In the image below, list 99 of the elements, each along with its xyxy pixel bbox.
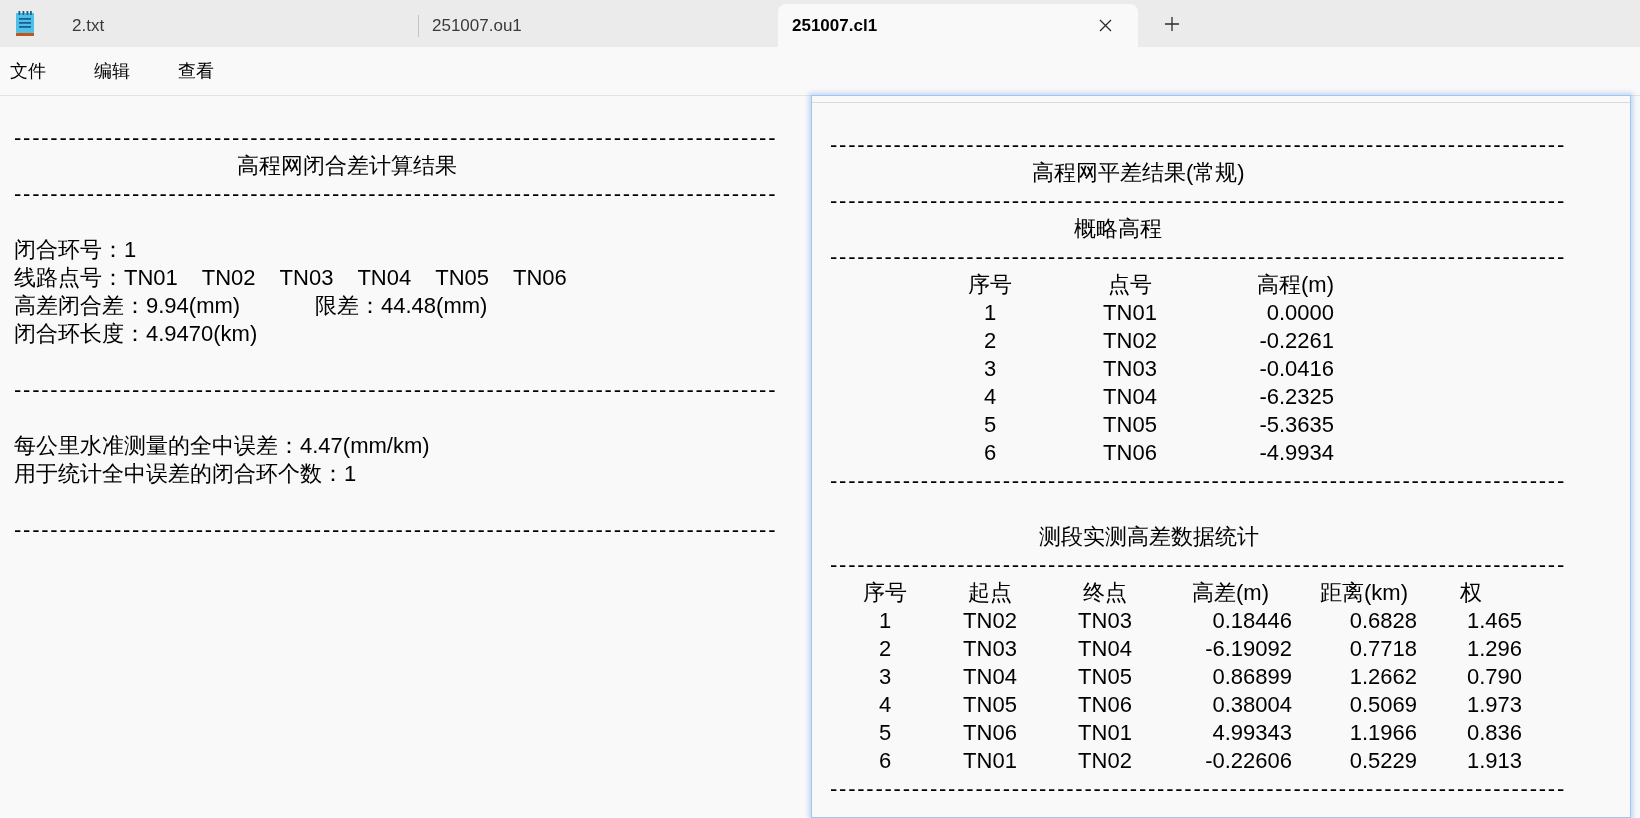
column-header: 序号: [863, 579, 907, 607]
column-header: 点号: [1108, 271, 1152, 299]
dash-line: ------------------------------------------------------------------------------------: [14, 516, 778, 544]
table-cell: 0.18446: [1212, 607, 1292, 635]
table-cell: TN04: [963, 663, 1017, 691]
point-id: TN04: [357, 264, 412, 292]
table-cell: 0.790: [1467, 663, 1523, 691]
table-cell: -5.3635: [1259, 411, 1334, 439]
section-heading: 测段实测高差数据统计: [1039, 523, 1259, 551]
table-cell: 1.296: [1467, 635, 1523, 663]
table-cell: 0.7718: [1349, 635, 1417, 663]
dash-line: ---------------------------------------------------------------------------------: [830, 551, 1566, 579]
result-text: 闭合环长度：4.9470(km): [14, 320, 258, 348]
table-cell: -6.19092: [1205, 635, 1292, 663]
menu-item[interactable]: 查看: [168, 53, 224, 89]
column-header: 高差(m): [1192, 579, 1269, 607]
table-cell: TN05: [963, 691, 1017, 719]
report-title: 高程网闭合差计算结果: [237, 152, 457, 180]
column-header: 序号: [968, 271, 1012, 299]
table-cell: TN04: [1078, 635, 1132, 663]
result-text: 用于统计全中误差的闭合环个数：1: [14, 460, 357, 488]
table-cell: 6: [983, 439, 997, 467]
table-cell: TN06: [963, 719, 1017, 747]
table-cell: TN05: [1103, 411, 1157, 439]
dash-line: ------------------------------------------------------------------------------------: [14, 180, 778, 208]
menu-item[interactable]: 编辑: [84, 53, 140, 89]
table-cell: -0.22606: [1205, 747, 1292, 775]
table-cell: 1.2662: [1349, 663, 1417, 691]
table-cell: 0.38004: [1212, 691, 1292, 719]
column-header: 权: [1460, 579, 1482, 607]
table-cell: TN06: [1078, 691, 1132, 719]
table-cell: 1: [878, 607, 892, 635]
table-cell: -0.2261: [1259, 327, 1334, 355]
column-header: 距离(km): [1320, 579, 1408, 607]
point-id: TN06: [513, 264, 567, 292]
point-id: TN05: [435, 264, 489, 292]
table-cell: 0.836: [1467, 719, 1523, 747]
table-cell: TN02: [1078, 747, 1132, 775]
column-header: 起点: [968, 579, 1012, 607]
table-cell: 0.86899: [1212, 663, 1292, 691]
dash-line: ---------------------------------------------------------------------------------: [830, 131, 1566, 159]
report-title: 高程网平差结果(常规): [1032, 159, 1245, 187]
table-cell: TN03: [1078, 607, 1132, 635]
dash-line: ---------------------------------------------------------------------------------: [830, 243, 1566, 271]
table-cell: -0.0416: [1259, 355, 1334, 383]
plus-icon: [1165, 17, 1179, 31]
table-cell: 1.465: [1467, 607, 1523, 635]
dash-line: ---------------------------------------------------------------------------------: [830, 775, 1566, 803]
table-cell: TN01: [1078, 719, 1132, 747]
table-cell: TN06: [1103, 439, 1157, 467]
table-cell: TN05: [1078, 663, 1132, 691]
table-cell: 5: [983, 411, 997, 439]
table-cell: 1.1966: [1349, 719, 1417, 747]
table-cell: 0.5069: [1349, 691, 1417, 719]
table-cell: 5: [878, 719, 892, 747]
result-text: 闭合环号：1: [14, 236, 137, 264]
table-cell: TN01: [963, 747, 1017, 775]
table-cell: 1.973: [1467, 691, 1523, 719]
table-cell: 1: [983, 299, 997, 327]
table-cell: 6: [878, 747, 892, 775]
column-header: 终点: [1083, 579, 1127, 607]
table-cell: 2: [983, 327, 997, 355]
notepad-icon[interactable]: [15, 11, 35, 36]
table-cell: 1.913: [1467, 747, 1523, 775]
table-cell: TN02: [1103, 327, 1157, 355]
table-cell: 3: [983, 355, 997, 383]
result-text: 高差闭合差：9.94(mm): [14, 292, 241, 320]
field-label: 线路点号：: [14, 264, 124, 292]
column-header: 高程(m): [1257, 271, 1334, 299]
table-cell: 0.5229: [1349, 747, 1417, 775]
table-cell: 0.0000: [1266, 299, 1334, 327]
point-id: TN02: [201, 264, 256, 292]
table-cell: 0.6828: [1349, 607, 1417, 635]
dash-line: ------------------------------------------------------------------------------------: [14, 124, 778, 152]
point-id: TN01: [124, 264, 178, 292]
menu-item[interactable]: 文件: [0, 53, 56, 89]
tab[interactable]: 251007.cl1: [778, 4, 1138, 47]
table-cell: 4.99343: [1212, 719, 1292, 747]
section-heading: 概略高程: [1074, 215, 1162, 243]
point-id: TN03: [279, 264, 334, 292]
table-cell: TN03: [963, 635, 1017, 663]
table-cell: -6.2325: [1259, 383, 1334, 411]
table-cell: 4: [878, 691, 892, 719]
table-cell: TN03: [1103, 355, 1157, 383]
tab[interactable]: 251007.ou1: [418, 4, 778, 47]
result-text: 限差：44.48(mm): [315, 292, 488, 320]
tab[interactable]: 2.txt: [58, 4, 418, 47]
table-cell: TN04: [1103, 383, 1157, 411]
result-text: 每公里水准测量的全中误差：4.47(mm/km): [14, 432, 430, 460]
table-cell: -4.9934: [1259, 439, 1334, 467]
table-cell: 3: [878, 663, 892, 691]
table-cell: 2: [878, 635, 892, 663]
close-icon: [1098, 19, 1112, 32]
dash-line: ---------------------------------------------------------------------------------: [830, 187, 1566, 215]
dash-line: ---------------------------------------------------------------------------------: [830, 467, 1566, 495]
dash-line: ------------------------------------------------------------------------------------: [14, 376, 778, 404]
table-cell: TN02: [963, 607, 1017, 635]
table-cell: TN01: [1103, 299, 1157, 327]
table-cell: 4: [983, 383, 997, 411]
